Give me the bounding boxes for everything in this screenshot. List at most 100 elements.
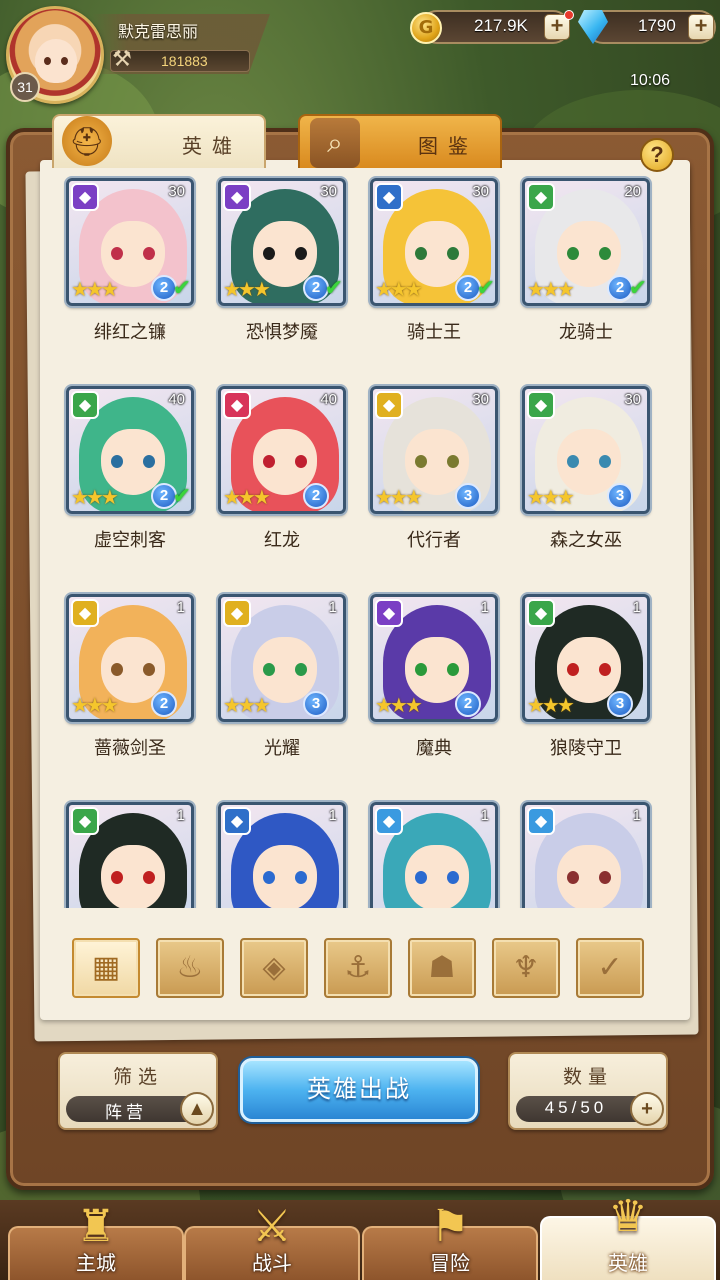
hero-card[interactable]: ◆ 1 ★★★ 2 魔典 bbox=[370, 588, 498, 759]
filter-dropdown[interactable]: 阵营 ▲ bbox=[66, 1092, 214, 1126]
flame-icon: ◆ bbox=[223, 391, 251, 419]
checkmark-icon: ✔ bbox=[172, 484, 191, 509]
hero-eye bbox=[415, 455, 427, 468]
filter-flame-faction-button[interactable]: ♨ bbox=[156, 938, 224, 998]
count-title: 数量 bbox=[562, 1066, 613, 1088]
hero-level: 1 bbox=[328, 599, 337, 616]
beast-faction-icon: ☗ bbox=[428, 950, 456, 985]
avatar-face bbox=[35, 39, 77, 83]
hero-eye bbox=[111, 455, 123, 468]
hero-card[interactable]: ◆ 30 ★★★ 3 代行者 bbox=[370, 380, 498, 551]
filter-anchor-faction-button[interactable]: ⚓ bbox=[324, 938, 392, 998]
hero-portrait-frame: ◆ 1 ★★★ 2 bbox=[370, 594, 498, 722]
hero-level: 1 bbox=[176, 807, 185, 824]
hero-portrait-frame: ◆ 1 ★★★ 3 bbox=[218, 594, 346, 722]
filter-beast-faction-button[interactable]: ☗ bbox=[408, 938, 476, 998]
anchor-icon: ◆ bbox=[223, 807, 251, 835]
filter-box: 筛选 阵营 ▲ bbox=[58, 1052, 218, 1130]
nav-tab-0[interactable]: ♜ 主城 bbox=[8, 1201, 184, 1280]
hero-portrait-frame: ◆ 30 ★★★ 2 ✔ bbox=[66, 178, 194, 306]
hero-eye bbox=[143, 871, 155, 884]
nav-tab-3[interactable]: ♛ 英雄 bbox=[540, 1191, 716, 1280]
hero-stars: ★★★ bbox=[223, 693, 271, 717]
hero-eye bbox=[447, 663, 459, 676]
checkmark-icon: ✔ bbox=[628, 276, 647, 301]
filter-demon-faction-button[interactable]: ♆ bbox=[492, 938, 560, 998]
hero-level: 1 bbox=[632, 599, 641, 616]
nav-tab-1[interactable]: ⚔ 战斗 bbox=[184, 1201, 360, 1280]
deploy-heroes-button[interactable]: 英雄出战 bbox=[240, 1058, 478, 1122]
hero-level: 30 bbox=[624, 391, 641, 408]
hero-eye bbox=[295, 663, 307, 676]
hero-level: 1 bbox=[480, 807, 489, 824]
hero-card[interactable]: ◆ 30 ★★★ 3 森之女巫 bbox=[522, 380, 650, 551]
nav-tab-2[interactable]: ⚑ 冒险 bbox=[362, 1201, 538, 1280]
hero-name: 代行者 bbox=[407, 530, 461, 551]
hero-card[interactable]: ◆ 1 bbox=[218, 796, 346, 908]
filter-all-grid-button[interactable]: ▦ bbox=[72, 938, 140, 998]
hero-name: 狼陵守卫 bbox=[550, 738, 622, 759]
hero-portrait-face bbox=[101, 845, 165, 908]
filter-value: 阵营 bbox=[105, 1103, 147, 1122]
checkmark-icon: ✔ bbox=[324, 276, 343, 301]
hero-name: 绯红之镰 bbox=[94, 322, 166, 343]
hero-eye bbox=[295, 247, 307, 260]
hero-eye bbox=[415, 247, 427, 260]
hero-card[interactable]: ◆ 30 ★★★ 2 ✔ 绯红之镰 bbox=[66, 172, 194, 343]
hero-stars: ★★★ bbox=[71, 277, 119, 301]
gold-coin-icon: G bbox=[410, 12, 442, 44]
hero-portrait-frame: ◆ 1 ★★★ 3 bbox=[522, 594, 650, 722]
hero-eye bbox=[567, 663, 579, 676]
hero-card[interactable]: ◆ 30 ★★★ 2 ✔ 骑士王 bbox=[370, 172, 498, 343]
hero-portrait-frame: ◆ 30 ★★★ 3 bbox=[370, 386, 498, 514]
light-icon: ◆ bbox=[375, 391, 403, 419]
hero-portrait-frame: ◆ 1 bbox=[522, 802, 650, 908]
tab-codex[interactable]: ⌕ 图鉴 bbox=[298, 114, 502, 168]
hero-portrait-frame: ◆ 1 bbox=[218, 802, 346, 908]
filter-crystal-faction-button[interactable]: ◈ bbox=[240, 938, 308, 998]
beast-icon: ◆ bbox=[71, 391, 99, 419]
add-gems-button[interactable]: + bbox=[688, 14, 714, 40]
hero-eye bbox=[447, 871, 459, 884]
hero-eye bbox=[111, 663, 123, 676]
clock: 10:06 bbox=[630, 72, 671, 89]
hero-stars: ★★★ bbox=[527, 485, 575, 509]
filter-light-faction-button[interactable]: ✓ bbox=[576, 938, 644, 998]
hero-name: 森之女巫 bbox=[550, 530, 622, 551]
tab-heroes[interactable]: ⛑ 英雄 bbox=[52, 114, 266, 168]
avatar-eye bbox=[44, 57, 51, 65]
crossed-hammers-icon: ⚒ bbox=[112, 47, 132, 72]
hero-card[interactable]: ◆ 1 ★★★ 3 光耀 bbox=[218, 588, 346, 759]
hero-card[interactable]: ◆ 40 ★★★ 2 ✔ 虚空刺客 bbox=[66, 380, 194, 551]
beast-icon: ◆ bbox=[527, 391, 555, 419]
crystal-icon: ◆ bbox=[375, 807, 403, 835]
hero-card[interactable]: ◆ 1 ★★★ 3 狼陵守卫 bbox=[522, 588, 650, 759]
beast-icon: ◆ bbox=[527, 599, 555, 627]
hero-eye bbox=[295, 871, 307, 884]
hero-eye bbox=[111, 247, 123, 260]
hero-card[interactable]: ◆ 1 bbox=[66, 796, 194, 908]
hero-portrait-face bbox=[253, 845, 317, 908]
demon-icon: ◆ bbox=[223, 183, 251, 211]
hero-card[interactable]: ◆ 30 ★★★ 2 ✔ 恐惧梦魇 bbox=[218, 172, 346, 343]
hero-eye bbox=[567, 871, 579, 884]
hero-card[interactable]: ◆ 1 bbox=[370, 796, 498, 908]
hero-eye bbox=[599, 871, 611, 884]
help-button[interactable]: ? bbox=[640, 138, 674, 172]
power-value: 181883 bbox=[161, 53, 208, 69]
chevron-up-icon[interactable]: ▲ bbox=[180, 1092, 214, 1126]
hero-card[interactable]: ◆ 20 ★★★ 2 ✔ 龙骑士 bbox=[522, 172, 650, 343]
hero-eye bbox=[567, 455, 579, 468]
hero-portrait-frame: ◆ 20 ★★★ 2 ✔ bbox=[522, 178, 650, 306]
player-level-badge: 31 bbox=[10, 72, 40, 102]
hero-name: 虚空刺客 bbox=[94, 530, 166, 551]
hero-card[interactable]: ◆ 1 ★★★ 2 蔷薇剑圣 bbox=[66, 588, 194, 759]
hero-stars: ★★★ bbox=[375, 485, 423, 509]
count-box: 数量 45/50 + bbox=[508, 1052, 668, 1130]
nav-label: 冒险 bbox=[430, 1251, 470, 1275]
add-slot-button[interactable]: + bbox=[630, 1092, 664, 1126]
checkmark-icon: ✔ bbox=[172, 276, 191, 301]
hero-grade-badge: 3 bbox=[303, 691, 329, 717]
hero-card[interactable]: ◆ 40 ★★★ 2 红龙 bbox=[218, 380, 346, 551]
hero-card[interactable]: ◆ 1 bbox=[522, 796, 650, 908]
